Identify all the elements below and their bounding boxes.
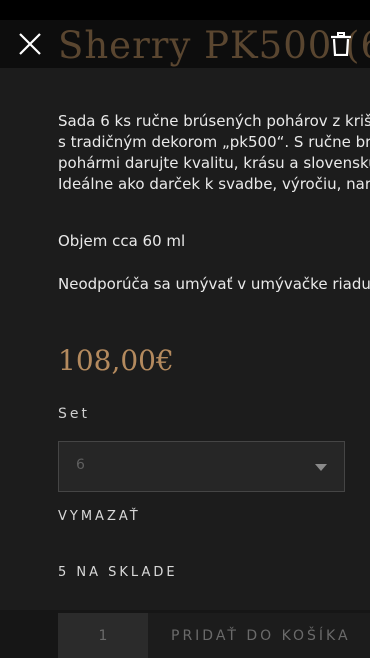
variant-select[interactable]: 6 — [58, 441, 345, 492]
trash-icon — [331, 32, 351, 57]
remove-button[interactable] — [330, 32, 352, 57]
product-volume: Objem cca 60 ml — [58, 232, 186, 250]
chevron-down-icon — [315, 464, 327, 471]
close-button[interactable] — [17, 31, 43, 57]
variant-selected-value: 6 — [76, 457, 85, 473]
description-line: Sada 6 ks ručne brúsených pohárov z kriš… — [58, 112, 370, 130]
product-header: Sherry PK500 (6 — [0, 20, 370, 68]
add-to-cart-button[interactable]: PRIDAŤ DO KOŠÍKA — [148, 613, 370, 658]
product-description: Sada 6 ks ručne brúsených pohárov z kriš… — [58, 111, 370, 195]
variant-label: Set — [58, 406, 90, 422]
description-line: pohármi darujte kvalitu, krásu a slovens… — [58, 154, 370, 172]
status-bar — [0, 0, 370, 20]
description-line: Ideálne ako darček k svadbe, výročiu, na… — [58, 175, 370, 193]
quantity-input[interactable] — [58, 613, 148, 658]
close-icon — [19, 33, 41, 55]
care-note: Neodporúča sa umývať v umývačke riadu. — [58, 275, 370, 293]
product-price: 108,00€ — [58, 344, 174, 377]
stock-status: 5 NA SKLADE — [58, 565, 178, 580]
description-line: s tradičným dekorom „pk500“. S ručne brú — [58, 133, 370, 151]
product-title: Sherry PK500 (6 — [58, 24, 370, 67]
clear-variant-link[interactable]: VYMAZAŤ — [58, 509, 141, 524]
